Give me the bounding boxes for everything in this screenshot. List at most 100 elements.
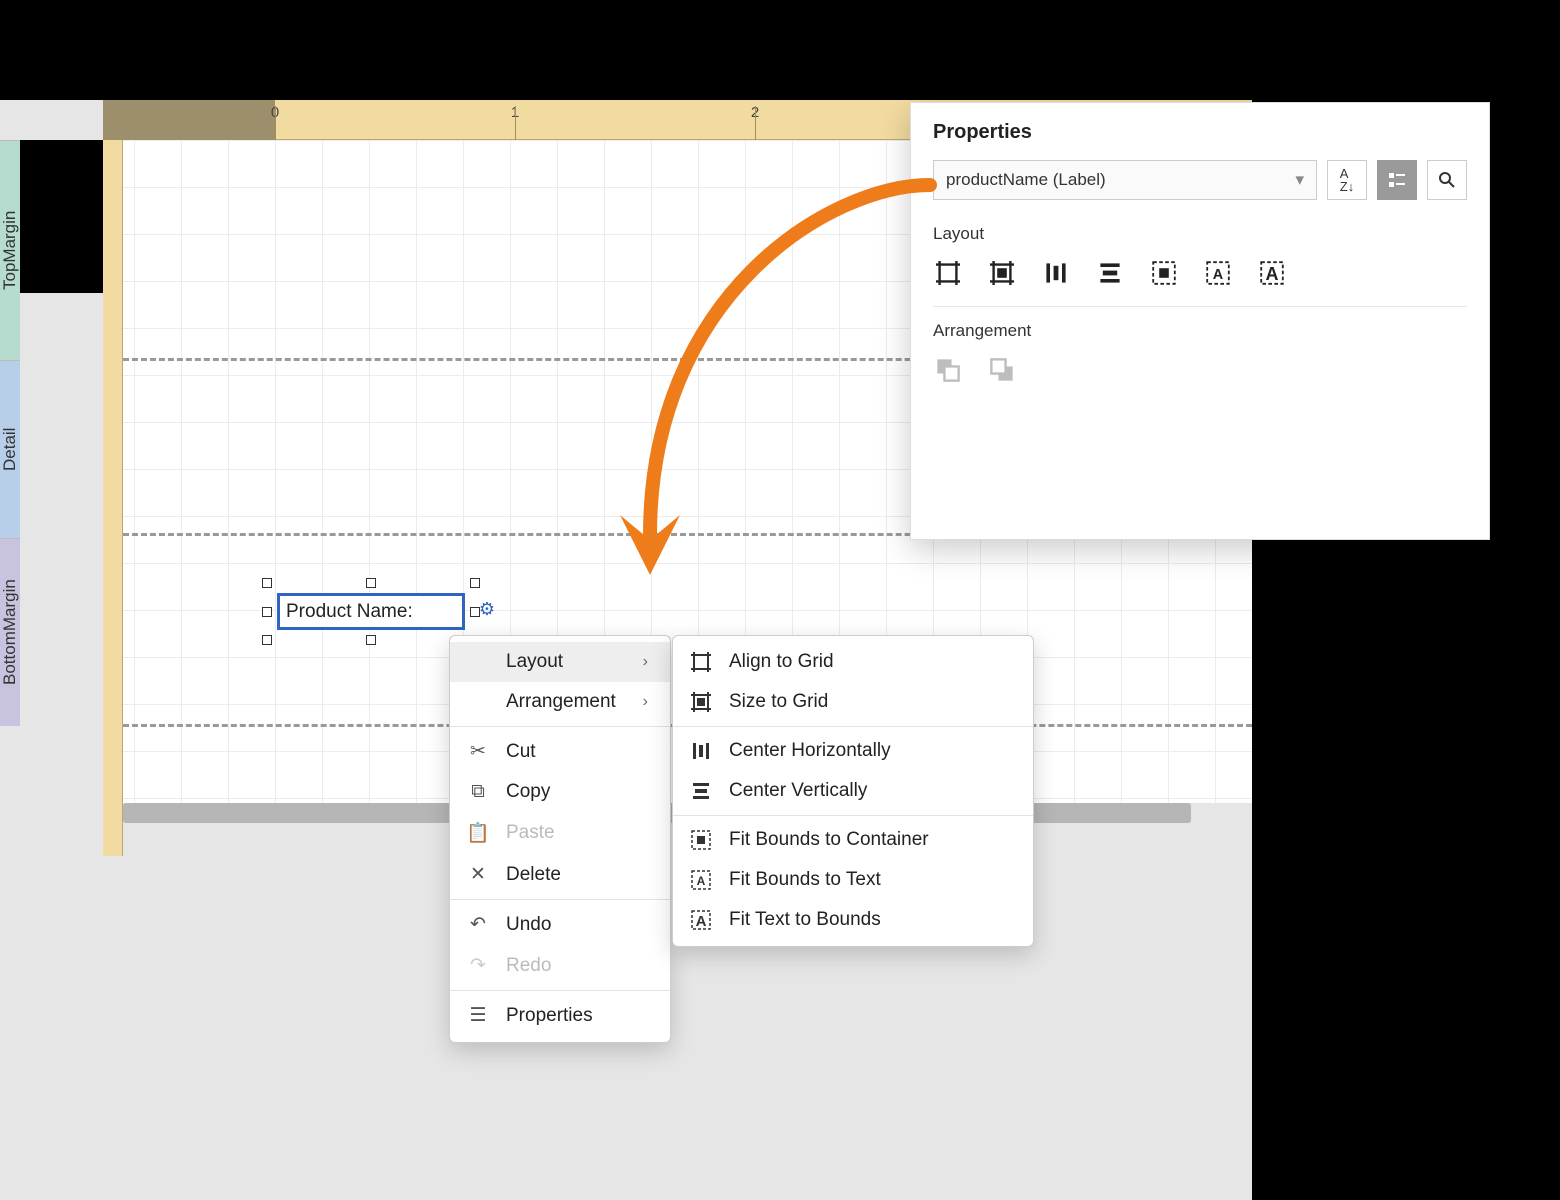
search-icon	[1438, 171, 1456, 189]
menu-item-delete[interactable]: ✕ Delete	[450, 854, 670, 895]
align-to-grid-icon	[689, 652, 713, 672]
fit-text-to-bounds-button[interactable]: A	[1257, 258, 1287, 288]
context-menu: Layout › Arrangement › ✂ Cut ⧉ Copy 📋 Paste…	[449, 635, 671, 1043]
center-horizontally-icon	[689, 741, 713, 761]
sort-alpha-button[interactable]: AZ↓	[1327, 160, 1367, 200]
corner-gap	[0, 100, 103, 140]
menu-label: Paste	[506, 822, 555, 844]
menu-label: Fit Bounds to Container	[729, 829, 929, 851]
send-to-back-button[interactable]	[987, 355, 1017, 385]
resize-handle-w[interactable]	[262, 607, 272, 617]
menu-item-cut[interactable]: ✂ Cut	[450, 731, 670, 772]
chevron-right-icon: ›	[643, 653, 648, 671]
search-button[interactable]	[1427, 160, 1467, 200]
svg-text:A: A	[697, 874, 706, 888]
section-arrangement-title: Arrangement	[933, 321, 1467, 341]
resize-handle-ne[interactable]	[470, 578, 480, 588]
menu-label: Copy	[506, 781, 550, 803]
submenu-fit-text-to-bounds[interactable]: A Fit Text to Bounds	[673, 900, 1033, 940]
size-to-grid-icon	[689, 692, 713, 712]
center-vertically-icon	[689, 781, 713, 801]
scissors-icon: ✂	[466, 740, 490, 763]
sort-az-icon: AZ↓	[1340, 167, 1354, 193]
menu-label: Fit Bounds to Text	[729, 869, 881, 891]
submenu-fit-bounds-to-text[interactable]: A Fit Bounds to Text	[673, 860, 1033, 900]
properties-title: Properties	[933, 121, 1467, 144]
resize-handle-n[interactable]	[366, 578, 376, 588]
menu-label: Center Vertically	[729, 780, 867, 802]
menu-item-undo[interactable]: ↶ Undo	[450, 904, 670, 945]
menu-label: Delete	[506, 864, 561, 886]
category-view-button[interactable]	[1377, 160, 1417, 200]
vertical-ruler[interactable]	[103, 140, 123, 856]
selected-label[interactable]: Product Name: ⚙	[277, 593, 465, 630]
redo-icon: ↷	[466, 954, 490, 977]
menu-label: Center Horizontally	[729, 740, 891, 762]
ruler-origin-dead	[103, 100, 275, 140]
properties-panel: Properties productName (Label) ▾ AZ↓ Lay…	[910, 102, 1490, 540]
submenu-fit-bounds-to-container[interactable]: Fit Bounds to Container	[673, 820, 1033, 860]
resize-handle-sw[interactable]	[262, 635, 272, 645]
element-selector-dropdown[interactable]: productName (Label) ▾	[933, 160, 1317, 200]
section-layout-title: Layout	[933, 224, 1467, 244]
properties-icon: ☰	[466, 1004, 490, 1027]
submenu-center-horizontally[interactable]: Center Horizontally	[673, 731, 1033, 771]
copy-icon: ⧉	[466, 781, 490, 803]
svg-text:A: A	[1266, 264, 1279, 284]
center-horizontally-button[interactable]	[1041, 258, 1071, 288]
menu-label: Cut	[506, 741, 536, 763]
close-icon: ✕	[466, 863, 490, 886]
fit-text-to-bounds-icon: A	[689, 910, 713, 930]
band-bottom-margin[interactable]: BottomMargin	[0, 538, 20, 726]
menu-item-layout[interactable]: Layout ›	[450, 642, 670, 682]
menu-label: Redo	[506, 955, 551, 977]
menu-label: Arrangement	[506, 691, 616, 713]
paste-icon: 📋	[466, 821, 490, 845]
gear-icon[interactable]: ⚙	[479, 599, 495, 620]
selected-label-text: Product Name:	[286, 601, 413, 623]
submenu-size-to-grid[interactable]: Size to Grid	[673, 682, 1033, 722]
menu-separator	[450, 990, 670, 991]
fit-bounds-to-container-icon	[689, 830, 713, 850]
fit-bounds-to-text-icon: A	[689, 870, 713, 890]
menu-label: Undo	[506, 914, 551, 936]
menu-separator	[450, 726, 670, 727]
divider	[933, 306, 1467, 307]
menu-separator	[673, 815, 1033, 816]
svg-text:A: A	[696, 913, 707, 930]
menu-label: Properties	[506, 1005, 593, 1027]
arrangement-tools-row	[933, 355, 1467, 385]
layout-submenu: Align to Grid Size to Grid Center Horizo…	[672, 635, 1034, 947]
submenu-align-to-grid[interactable]: Align to Grid	[673, 642, 1033, 682]
menu-label: Align to Grid	[729, 651, 834, 673]
svg-text:A: A	[1213, 267, 1224, 283]
menu-item-redo: ↷ Redo	[450, 945, 670, 986]
undo-icon: ↶	[466, 913, 490, 936]
menu-separator	[450, 899, 670, 900]
layout-tools-row: A A	[933, 258, 1467, 288]
resize-handle-nw[interactable]	[262, 578, 272, 588]
fit-bounds-to-text-button[interactable]: A	[1203, 258, 1233, 288]
bring-to-front-button[interactable]	[933, 355, 963, 385]
chevron-right-icon: ›	[643, 693, 648, 711]
band-detail[interactable]: Detail	[0, 360, 20, 538]
band-headers: TopMargin Detail BottomMargin	[0, 140, 103, 726]
menu-label: Layout	[506, 651, 563, 673]
fit-bounds-to-container-button[interactable]	[1149, 258, 1179, 288]
menu-label: Size to Grid	[729, 691, 828, 713]
submenu-center-vertically[interactable]: Center Vertically	[673, 771, 1033, 811]
menu-item-properties[interactable]: ☰ Properties	[450, 995, 670, 1036]
menu-item-arrangement[interactable]: Arrangement ›	[450, 682, 670, 722]
menu-separator	[673, 726, 1033, 727]
align-to-grid-button[interactable]	[933, 258, 963, 288]
category-icon	[1388, 171, 1406, 189]
menu-label: Fit Text to Bounds	[729, 909, 881, 931]
menu-item-copy[interactable]: ⧉ Copy	[450, 772, 670, 812]
center-vertically-button[interactable]	[1095, 258, 1125, 288]
band-top-margin[interactable]: TopMargin	[0, 140, 20, 360]
resize-handle-s[interactable]	[366, 635, 376, 645]
chevron-down-icon: ▾	[1295, 170, 1304, 190]
dropdown-value: productName (Label)	[946, 170, 1106, 190]
size-to-grid-button[interactable]	[987, 258, 1017, 288]
menu-item-paste: 📋 Paste	[450, 812, 670, 854]
